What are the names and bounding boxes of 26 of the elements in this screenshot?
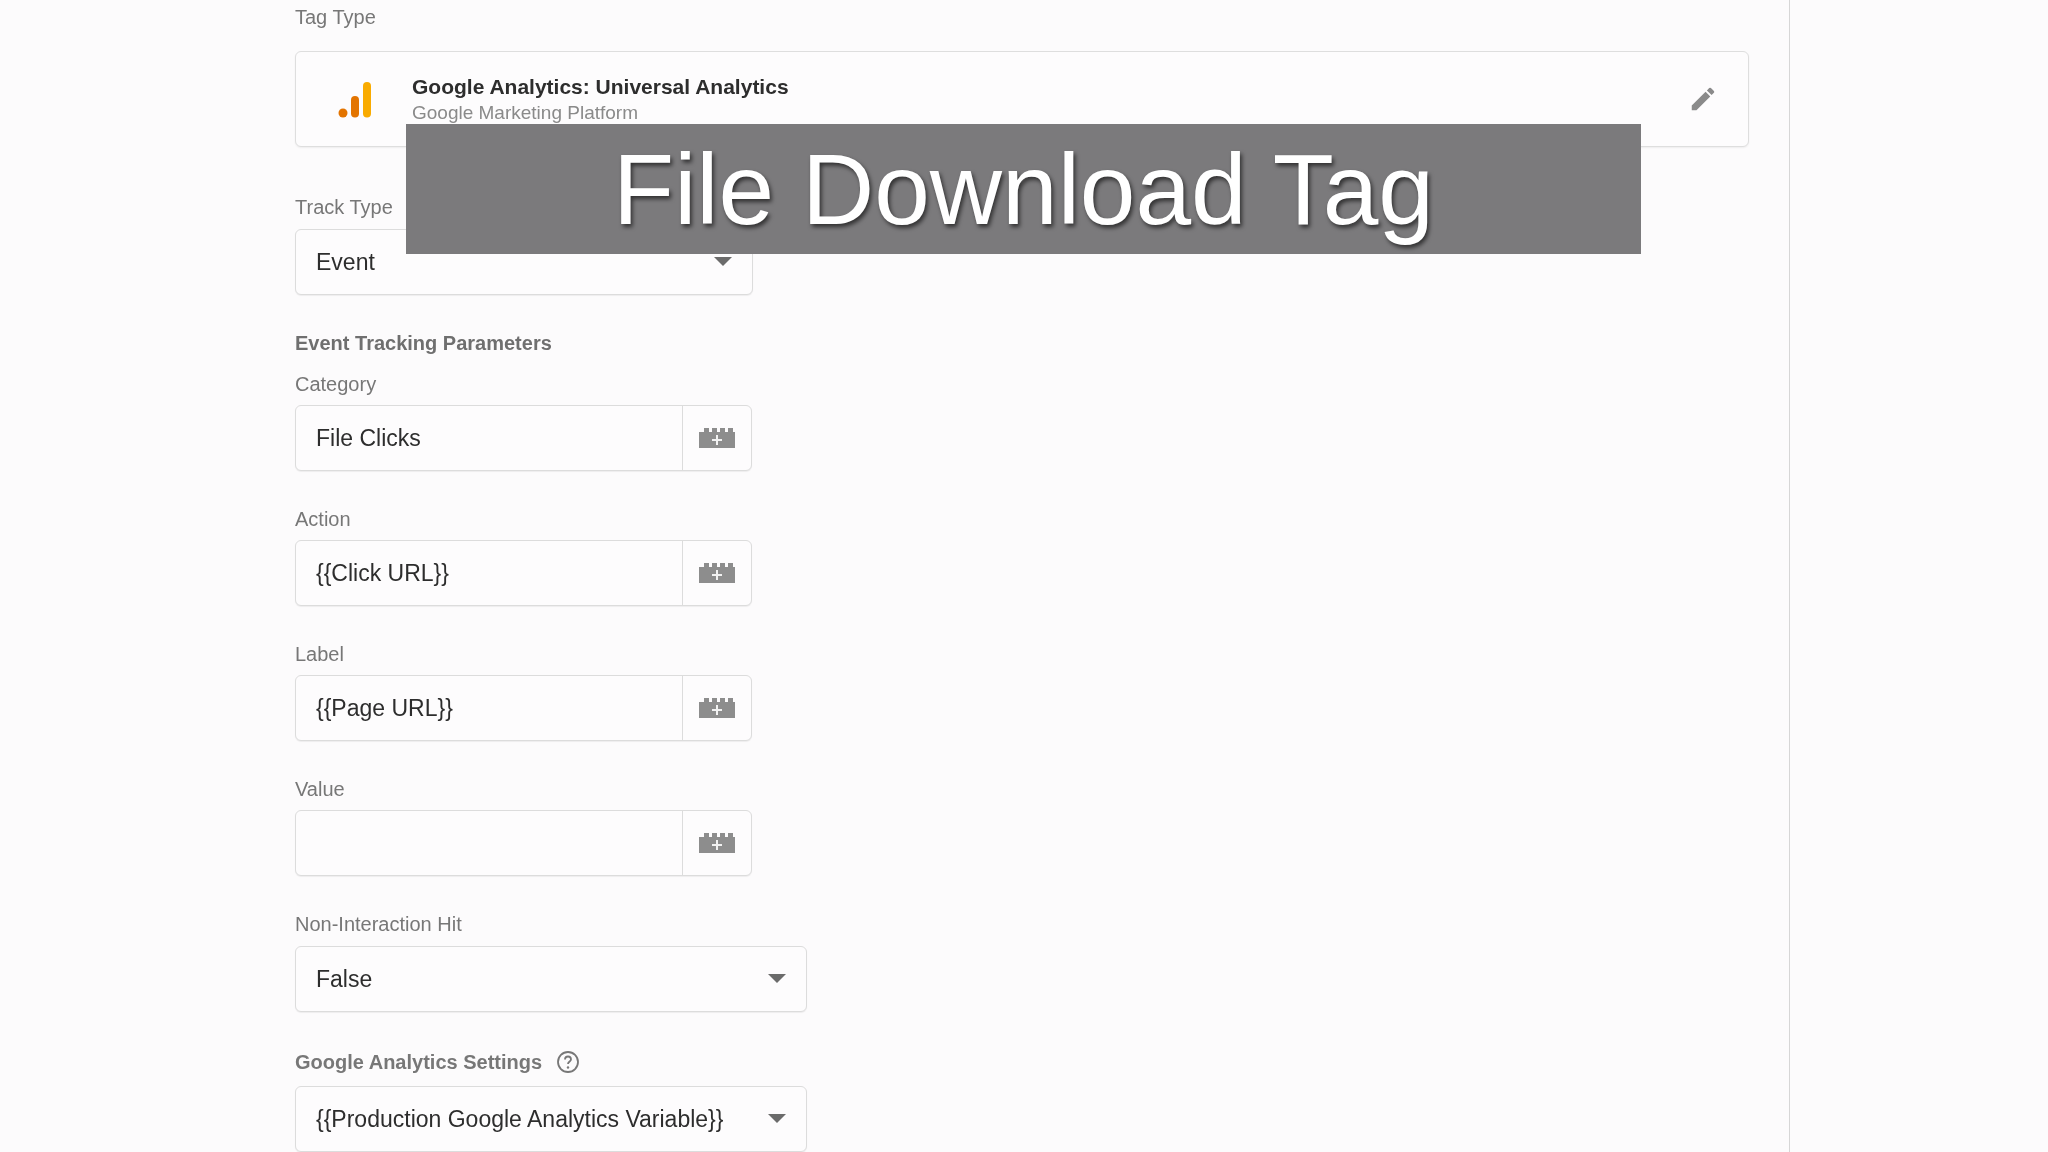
section-title: Event Tracking Parameters — [295, 333, 553, 353]
tag-type-subtitle: Google Marketing Platform — [412, 101, 639, 125]
text-input-field[interactable]: {{Click URL}} — [295, 540, 752, 606]
tag-type-title: Google Analytics: Universal Analytics — [412, 74, 789, 100]
dropdown-caret-icon — [768, 1114, 786, 1124]
add-variable-icon — [697, 831, 737, 855]
field-label: Non-Interaction Hit — [295, 914, 463, 934]
field-label: Tag Type — [295, 7, 377, 27]
dropdown-caret-icon — [714, 257, 732, 267]
field-label: Google Analytics Settings — [295, 1052, 543, 1072]
field-label: Value — [295, 779, 346, 799]
add-variable-icon — [697, 696, 737, 720]
text-input-field[interactable] — [295, 810, 752, 876]
text-input-field[interactable]: File Clicks — [295, 405, 752, 471]
dropdown-select[interactable]: False — [295, 946, 807, 1012]
field-label: Label — [295, 644, 345, 664]
bar-chart-icon — [338, 80, 372, 118]
text-input-field[interactable]: {{Page URL}} — [295, 675, 752, 741]
add-variable-icon — [697, 426, 737, 450]
add-variable-icon — [697, 561, 737, 585]
help-icon[interactable] — [556, 1050, 581, 1074]
field-label: Category — [295, 374, 378, 394]
dropdown-caret-icon — [768, 974, 786, 984]
field-label: Action — [295, 509, 352, 529]
field-label: Track Type — [295, 197, 394, 217]
dropdown-select[interactable]: {{Production Google Analytics Variable}} — [295, 1086, 807, 1152]
